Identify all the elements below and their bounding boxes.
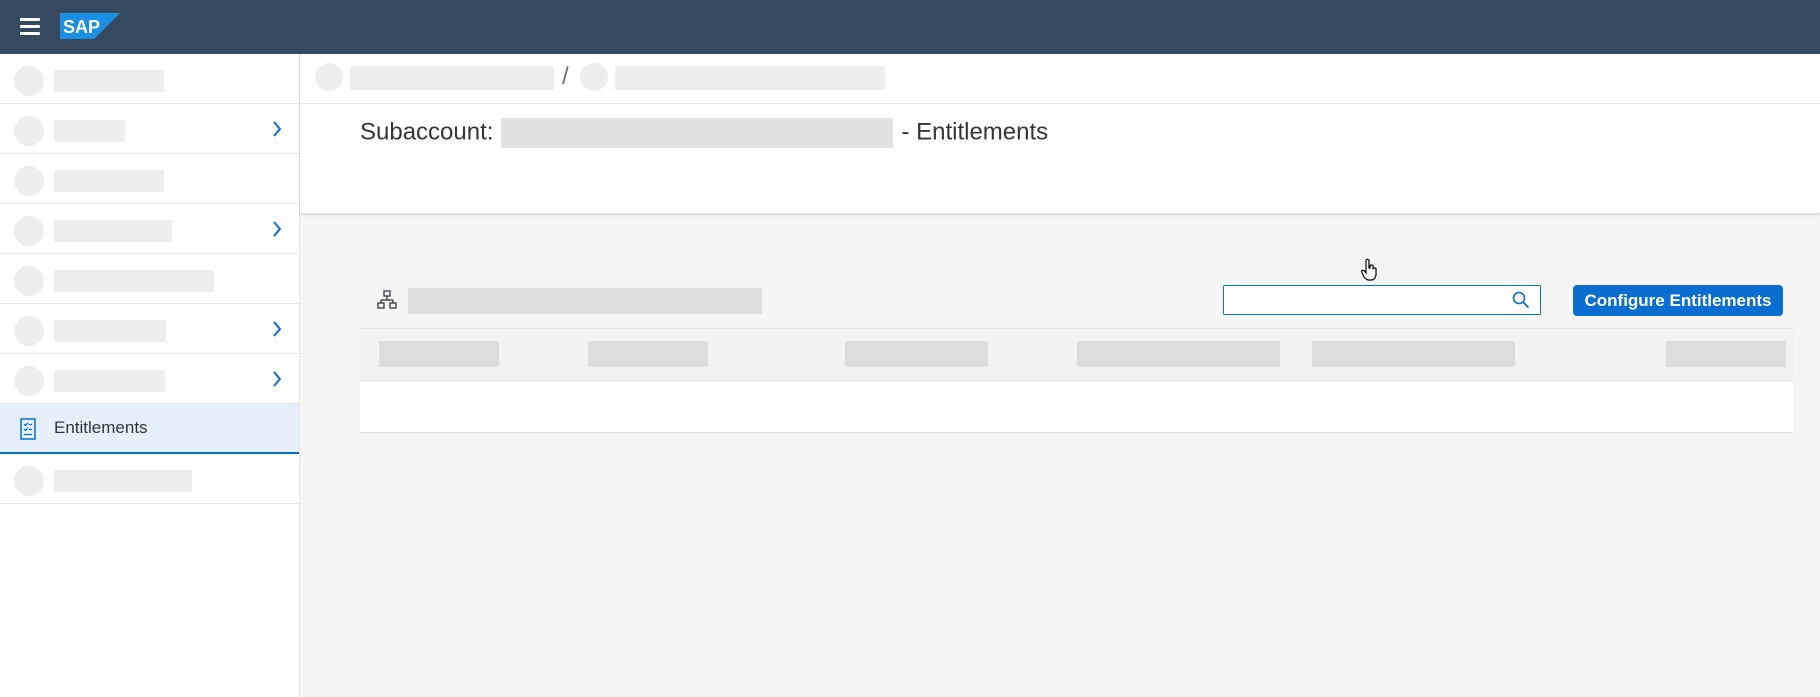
column-header-placeholder[interactable] bbox=[588, 341, 708, 367]
nav-item-label-placeholder bbox=[54, 170, 164, 192]
search-input[interactable] bbox=[1230, 287, 1504, 315]
subaccount-name-redacted bbox=[501, 118, 894, 148]
column-header-placeholder[interactable] bbox=[1077, 341, 1280, 367]
nav-item-label-placeholder bbox=[54, 470, 192, 492]
nav-item-icon-placeholder bbox=[14, 466, 44, 496]
nav-item-icon-placeholder bbox=[14, 266, 44, 296]
nav-item-icon-placeholder bbox=[14, 66, 44, 96]
nav-item[interactable] bbox=[0, 104, 299, 154]
configure-entitlements-button[interactable]: Configure Entitlements bbox=[1573, 285, 1783, 316]
title-prefix: Subaccount: bbox=[360, 118, 494, 146]
page-title: Subaccount: - Entitlements bbox=[360, 118, 1048, 148]
nav-item-icon-placeholder bbox=[14, 366, 44, 396]
nav-item-entitlements[interactable]: Entitlements bbox=[0, 404, 299, 454]
breadcrumb-separator: / bbox=[562, 63, 569, 90]
entitlements-icon bbox=[20, 418, 36, 440]
column-header-placeholder[interactable] bbox=[845, 341, 988, 367]
hamburger-icon[interactable] bbox=[20, 18, 40, 35]
chevron-right-icon[interactable] bbox=[272, 220, 282, 238]
nav-item-label-placeholder bbox=[54, 120, 125, 142]
breadcrumb-icon-placeholder bbox=[315, 63, 343, 91]
breadcrumb-link[interactable] bbox=[350, 66, 554, 90]
sap-logo[interactable]: SAP bbox=[60, 13, 120, 39]
search-icon[interactable] bbox=[1512, 291, 1530, 309]
breadcrumb: / bbox=[300, 54, 1820, 104]
chevron-right-icon[interactable] bbox=[272, 320, 282, 338]
nav-item[interactable] bbox=[0, 54, 299, 104]
nav-item-label-placeholder bbox=[54, 320, 166, 342]
nav-item-label-placeholder bbox=[54, 270, 214, 292]
nav-item[interactable] bbox=[0, 454, 299, 504]
search-field[interactable] bbox=[1223, 285, 1541, 315]
nav-item-label-placeholder bbox=[54, 370, 165, 392]
shell-bar: SAP bbox=[0, 0, 1820, 54]
nav-item-label-placeholder bbox=[54, 70, 164, 92]
nav-item-label: Entitlements bbox=[54, 418, 148, 437]
page-header: / Subaccount: - Entitlements bbox=[300, 54, 1820, 213]
hierarchy-icon bbox=[377, 290, 397, 309]
nav-item-icon-placeholder bbox=[14, 316, 44, 346]
column-header-placeholder[interactable] bbox=[1312, 341, 1515, 367]
chevron-right-icon[interactable] bbox=[272, 120, 282, 138]
breadcrumb-current bbox=[615, 66, 885, 90]
table-header bbox=[360, 328, 1793, 381]
nav-item[interactable] bbox=[0, 154, 299, 204]
main-content: / Subaccount: - Entitlements Configure En… bbox=[300, 54, 1820, 697]
table-title-placeholder bbox=[408, 288, 762, 314]
entitlements-table bbox=[360, 328, 1793, 433]
nav-item[interactable] bbox=[0, 304, 299, 354]
nav-item-icon-placeholder bbox=[14, 166, 44, 196]
nav-item-label-placeholder bbox=[54, 220, 172, 242]
column-header-placeholder[interactable] bbox=[1666, 341, 1786, 367]
nav-item-icon-placeholder bbox=[14, 116, 44, 146]
nav-item[interactable] bbox=[0, 254, 299, 304]
nav-item[interactable] bbox=[0, 204, 299, 254]
column-header-placeholder[interactable] bbox=[379, 341, 499, 367]
chevron-right-icon[interactable] bbox=[272, 370, 282, 388]
side-navigation: Entitlements bbox=[0, 54, 300, 697]
breadcrumb-icon-placeholder bbox=[580, 63, 608, 91]
table-row[interactable] bbox=[360, 381, 1793, 433]
nav-item[interactable] bbox=[0, 354, 299, 404]
svg-text:SAP: SAP bbox=[63, 17, 100, 37]
nav-item-icon-placeholder bbox=[14, 216, 44, 246]
title-suffix: - Entitlements bbox=[901, 118, 1049, 146]
